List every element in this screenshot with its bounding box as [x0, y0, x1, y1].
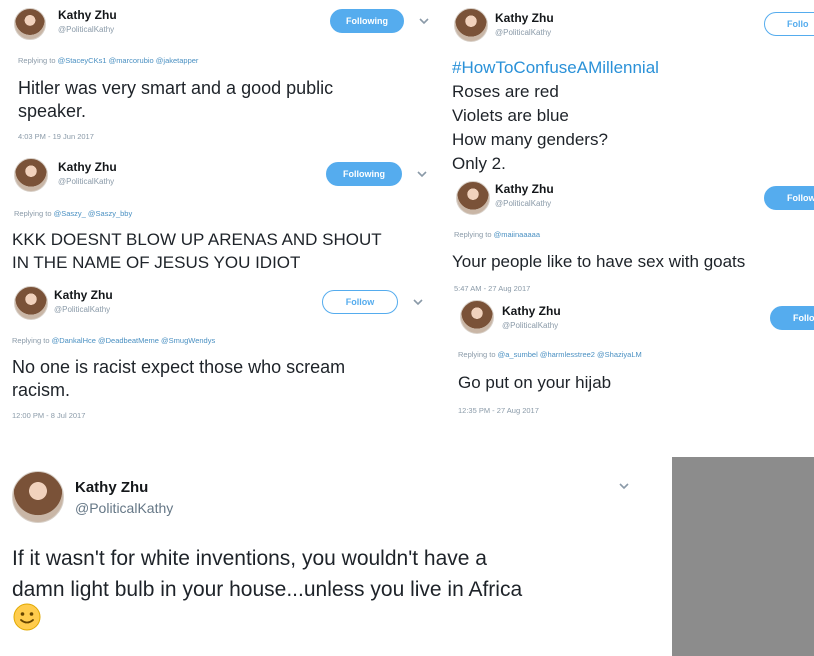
avatar[interactable] — [460, 300, 494, 334]
chevron-down-icon[interactable] — [412, 297, 424, 307]
hashtag-link[interactable]: #HowToConfuseAMillennial — [452, 56, 812, 80]
reply-mentions[interactable]: @DankalHce @DeadbeatMeme @SmugWendys — [52, 336, 216, 345]
reply-mentions[interactable]: @maiinaaaaa — [494, 230, 540, 239]
tweet-text: Your people like to have sex with goats — [452, 252, 746, 271]
author-handle[interactable]: @PoliticalKathy — [495, 28, 551, 37]
replying-to: Replying to @StaceyCKs1 @marcorubio @jak… — [18, 56, 199, 65]
avatar[interactable] — [14, 286, 48, 320]
following-button[interactable]: Following — [326, 162, 402, 186]
replying-to: Replying to @a_sumbel @harmlesstree2 @Sh… — [458, 350, 642, 359]
tweet-1: Kathy Zhu @PoliticalKathy Following Repl… — [0, 0, 440, 152]
follow-button[interactable]: Follow — [322, 290, 398, 314]
avatar[interactable] — [456, 181, 490, 215]
follow-button[interactable]: Follow — [764, 186, 814, 210]
replying-to: Replying to @maiinaaaaa — [454, 230, 541, 239]
reply-mentions[interactable]: @a_sumbel @harmlesstree2 @ShaziyaLM — [498, 350, 642, 359]
tweet-text: No one is racist expect those who scream… — [12, 357, 346, 400]
tweet-7: Kathy Zhu @PoliticalKathy If it wasn't f… — [0, 457, 645, 656]
author-name[interactable]: Kathy Zhu — [54, 288, 113, 302]
author-name[interactable]: Kathy Zhu — [75, 479, 148, 496]
tweet-text: If it wasn't for white inventions, you w… — [12, 547, 523, 601]
chevron-down-icon[interactable] — [416, 169, 428, 179]
author-handle[interactable]: @PoliticalKathy — [495, 199, 551, 208]
author-name[interactable]: Kathy Zhu — [495, 11, 554, 25]
author-handle[interactable]: @PoliticalKathy — [58, 25, 114, 34]
avatar[interactable] — [454, 8, 488, 42]
author-handle[interactable]: @PoliticalKathy — [502, 321, 558, 330]
tweet-2: Kathy Zhu @PoliticalKathy Following Repl… — [0, 153, 440, 278]
author-handle[interactable]: @PoliticalKathy — [54, 305, 110, 314]
tweet-text: Go put on your hijab — [458, 373, 612, 392]
tweet-text: Hitler was very smart and a good public s… — [18, 78, 334, 121]
avatar[interactable] — [14, 8, 46, 40]
author-handle[interactable]: @PoliticalKathy — [75, 500, 173, 516]
avatar[interactable] — [12, 471, 64, 523]
reply-mentions[interactable]: @Saszy_ @Saszy_bby — [54, 209, 133, 218]
tweet-4: Kathy Zhu @PoliticalKathy Follo #HowToCo… — [444, 0, 814, 178]
chevron-down-icon[interactable] — [418, 16, 430, 26]
tweet-6: Kathy Zhu @PoliticalKathy Follo Replying… — [448, 296, 814, 436]
tweet-timestamp[interactable]: 4:03 PM - 19 Jun 2017 — [18, 132, 94, 141]
author-handle[interactable]: @PoliticalKathy — [58, 177, 114, 186]
smiley-emoji-icon — [13, 603, 41, 631]
tweet-text: #HowToConfuseAMillennial Roses are red V… — [452, 56, 812, 176]
tweet-timestamp[interactable]: 12:35 PM - 27 Aug 2017 — [458, 406, 539, 415]
tweet-timestamp[interactable]: 12:00 PM - 8 Jul 2017 — [12, 411, 85, 420]
author-name[interactable]: Kathy Zhu — [58, 8, 117, 22]
chevron-down-icon[interactable] — [618, 481, 630, 491]
tweet-3: Kathy Zhu @PoliticalKathy Follow Replyin… — [0, 280, 440, 430]
following-button[interactable]: Following — [330, 9, 404, 33]
follow-button[interactable]: Follo — [764, 12, 814, 36]
replying-to: Replying to @DankalHce @DeadbeatMeme @Sm… — [12, 336, 216, 345]
author-name[interactable]: Kathy Zhu — [502, 304, 561, 318]
gray-placeholder-block — [672, 457, 814, 656]
reply-mentions[interactable]: @StaceyCKs1 @marcorubio @jaketapper — [58, 56, 199, 65]
author-name[interactable]: Kathy Zhu — [495, 182, 554, 196]
author-name[interactable]: Kathy Zhu — [58, 160, 117, 174]
tweet-text: KKK DOESNT BLOW UP ARENAS AND SHOUT IN TH… — [12, 230, 382, 272]
replying-to: Replying to @Saszy_ @Saszy_bby — [14, 209, 133, 218]
follow-button[interactable]: Follo — [770, 306, 814, 330]
tweet-timestamp[interactable]: 5:47 AM - 27 Aug 2017 — [454, 284, 530, 293]
tweet-5: Kathy Zhu @PoliticalKathy Follow Replyin… — [444, 178, 814, 296]
avatar[interactable] — [14, 158, 48, 192]
